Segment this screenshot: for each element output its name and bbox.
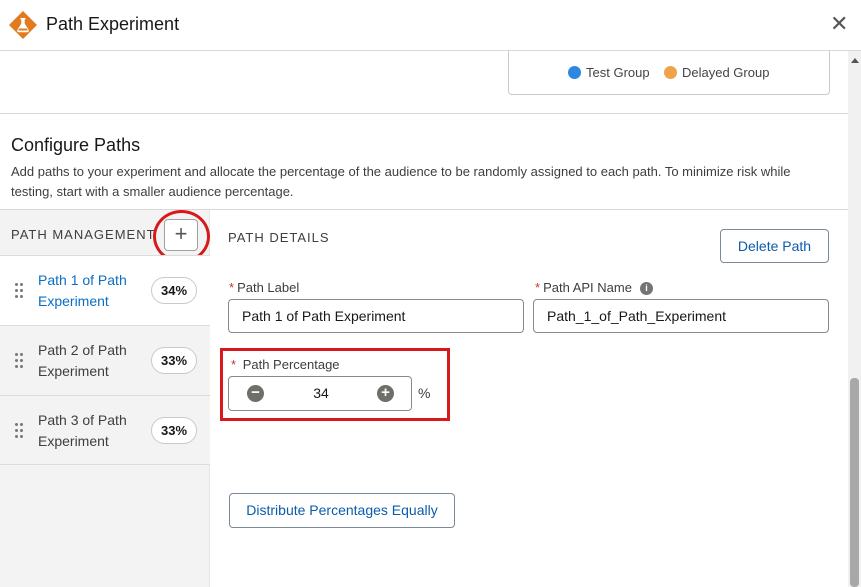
path-list-item-3[interactable]: Path 3 of Path Experiment 33% bbox=[0, 395, 210, 465]
legend-label: Delayed Group bbox=[682, 65, 770, 80]
path-label-label-text: Path Label bbox=[237, 280, 300, 295]
add-path-button[interactable]: + bbox=[164, 219, 198, 251]
required-marker: * bbox=[535, 280, 541, 295]
legend-label: Test Group bbox=[586, 65, 650, 80]
section-title: Configure Paths bbox=[11, 135, 141, 155]
path-label-field-label: * Path Label bbox=[229, 280, 299, 295]
drag-handle-icon[interactable] bbox=[15, 423, 23, 439]
drag-handle-icon[interactable] bbox=[15, 283, 23, 299]
flask-icon bbox=[9, 11, 37, 39]
section-description: Add paths to your experiment and allocat… bbox=[11, 164, 791, 199]
path-percentage-input[interactable]: 34 bbox=[289, 377, 353, 410]
path-percent-badge: 34% bbox=[151, 277, 197, 304]
path-percentage-label-text: Path Percentage bbox=[242, 357, 340, 372]
legend-item-delayed-group: Delayed Group bbox=[664, 65, 769, 80]
legend-dot-icon bbox=[664, 66, 677, 79]
path-api-name-input[interactable]: Path_1_of_Path_Experiment bbox=[533, 299, 829, 333]
path-label-input[interactable]: Path 1 of Path Experiment bbox=[228, 299, 524, 333]
path-management-label: PATH MANAGEMENT bbox=[11, 227, 156, 242]
info-icon[interactable]: i bbox=[639, 282, 653, 295]
close-icon[interactable]: ✕ bbox=[830, 13, 848, 35]
path-percent-badge: 33% bbox=[151, 347, 197, 374]
section-divider bbox=[0, 113, 848, 114]
paths-panel: PATH MANAGEMENT + Path 1 of Path Experim… bbox=[0, 209, 848, 587]
distribute-percentages-button[interactable]: Distribute Percentages Equally bbox=[229, 493, 455, 528]
path-name: Path 2 of Path Experiment bbox=[38, 342, 127, 379]
path-percentage-stepper: − 34 + bbox=[228, 376, 412, 411]
path-percent-badge: 33% bbox=[151, 417, 197, 444]
modal-header: Path Experiment ✕ bbox=[0, 0, 861, 51]
path-percentage-field-label: * Path Percentage bbox=[231, 357, 340, 372]
path-details-label: PATH DETAILS bbox=[228, 230, 330, 245]
decrement-icon[interactable]: − bbox=[247, 385, 264, 402]
path-api-name-field-label: * Path API Name i bbox=[535, 280, 653, 295]
increment-icon[interactable]: + bbox=[377, 385, 394, 402]
required-marker: * bbox=[229, 280, 235, 295]
legend-dot-icon bbox=[568, 66, 581, 79]
path-api-name-label-text: Path API Name bbox=[543, 280, 632, 295]
path-name: Path 3 of Path Experiment bbox=[38, 412, 127, 449]
required-marker: * bbox=[231, 357, 237, 372]
scroll-up-arrow-icon[interactable] bbox=[851, 58, 859, 63]
path-list-item-2[interactable]: Path 2 of Path Experiment 33% bbox=[0, 325, 210, 395]
path-name: Path 1 of Path Experiment bbox=[38, 272, 127, 309]
delete-path-button[interactable]: Delete Path bbox=[720, 229, 829, 263]
chart-legend: Test Group Delayed Group bbox=[508, 51, 830, 95]
modal-title: Path Experiment bbox=[46, 14, 180, 34]
path-list-item-1[interactable]: Path 1 of Path Experiment 34% bbox=[0, 255, 210, 325]
path-management-sidebar: PATH MANAGEMENT + Path 1 of Path Experim… bbox=[0, 210, 210, 587]
scrollbar-thumb[interactable] bbox=[850, 378, 859, 587]
drag-handle-icon[interactable] bbox=[15, 353, 23, 369]
percent-unit: % bbox=[418, 385, 431, 401]
legend-item-test-group: Test Group bbox=[568, 65, 650, 80]
